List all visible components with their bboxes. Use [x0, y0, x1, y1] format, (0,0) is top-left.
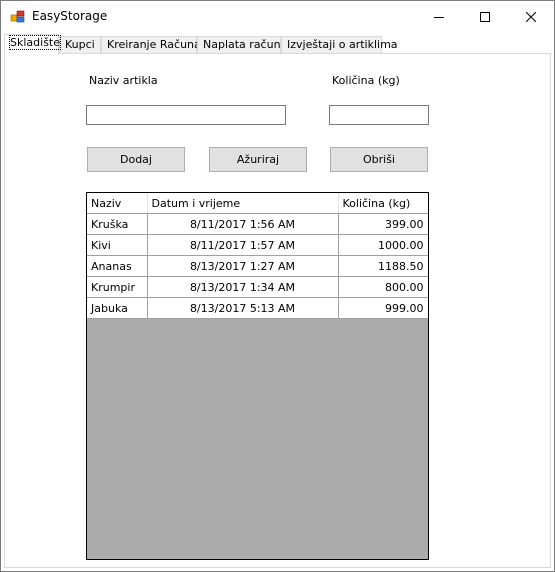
- cell-name[interactable]: Jabuka: [87, 297, 148, 319]
- name-input[interactable]: [86, 105, 286, 125]
- cell-datetime[interactable]: 8/11/2017 1:56 AM: [147, 213, 339, 235]
- cell-name[interactable]: Ananas: [87, 255, 148, 277]
- table-row[interactable]: Jabuka 8/13/2017 5:13 AM 999.00: [87, 297, 428, 319]
- app-window: EasyStorage Skladište Kupci Kreiranje Ra…: [0, 0, 555, 572]
- tab-label: Skladište: [9, 35, 61, 50]
- add-button[interactable]: Dodaj: [87, 147, 185, 172]
- cell-datetime[interactable]: 8/13/2017 1:34 AM: [147, 276, 339, 298]
- tab-label: Kreiranje Računa: [107, 38, 201, 51]
- cell-quantity[interactable]: 1000.00: [338, 234, 428, 256]
- close-icon: [526, 11, 536, 22]
- data-grid[interactable]: Naziv Datum i vrijeme Količina (kg) Kruš…: [86, 192, 429, 560]
- column-header-naziv[interactable]: Naziv: [87, 193, 148, 214]
- tab-kupci[interactable]: Kupci: [59, 36, 101, 53]
- cell-name[interactable]: Kruška: [87, 213, 148, 235]
- minimize-button[interactable]: [416, 1, 462, 32]
- cell-name[interactable]: Kivi: [87, 234, 148, 256]
- cell-quantity[interactable]: 399.00: [338, 213, 428, 235]
- cell-datetime[interactable]: 8/11/2017 1:57 AM: [147, 234, 339, 256]
- tab-naplata-racuna[interactable]: Naplata računa: [197, 36, 287, 53]
- tab-label: Naplata računa: [203, 38, 288, 51]
- maximize-button[interactable]: [462, 1, 508, 32]
- cell-quantity[interactable]: 800.00: [338, 276, 428, 298]
- close-button[interactable]: [508, 1, 554, 32]
- tab-kreiranje-racuna[interactable]: Kreiranje Računa: [101, 36, 201, 53]
- title-bar[interactable]: EasyStorage: [1, 1, 554, 32]
- cell-datetime[interactable]: 8/13/2017 1:27 AM: [147, 255, 339, 277]
- update-button[interactable]: Ažuriraj: [209, 147, 307, 172]
- table-row[interactable]: Krumpir 8/13/2017 1:34 AM 800.00: [87, 276, 428, 298]
- delete-button[interactable]: Obriši: [330, 147, 428, 172]
- name-label: Naziv artikla: [89, 74, 158, 87]
- column-header-datum[interactable]: Datum i vrijeme: [147, 193, 339, 214]
- window-title: EasyStorage: [32, 9, 108, 23]
- app-icon: [10, 10, 25, 23]
- maximize-icon: [480, 11, 490, 22]
- table-row[interactable]: Kruška 8/11/2017 1:56 AM 399.00: [87, 213, 428, 235]
- grid-header-row: Naziv Datum i vrijeme Količina (kg): [87, 193, 428, 214]
- quantity-label: Količina (kg): [332, 74, 400, 87]
- column-header-kolicina[interactable]: Količina (kg): [338, 193, 428, 214]
- tab-label: Izvještaji o artiklima: [287, 38, 398, 51]
- minimize-icon: [434, 16, 444, 18]
- tab-label: Kupci: [65, 38, 95, 51]
- table-row[interactable]: Ananas 8/13/2017 1:27 AM 1188.50: [87, 255, 428, 277]
- cell-quantity[interactable]: 999.00: [338, 297, 428, 319]
- tab-strip: Skladište Kupci Kreiranje Računa Naplata…: [4, 34, 552, 54]
- tab-skladiste[interactable]: Skladište: [4, 34, 61, 54]
- cell-quantity[interactable]: 1188.50: [338, 255, 428, 277]
- tab-izvjestaji[interactable]: Izvještaji o artiklima: [281, 36, 398, 53]
- quantity-input[interactable]: [329, 105, 429, 125]
- table-row[interactable]: Kivi 8/11/2017 1:57 AM 1000.00: [87, 234, 428, 256]
- cell-name[interactable]: Krumpir: [87, 276, 148, 298]
- cell-datetime[interactable]: 8/13/2017 5:13 AM: [147, 297, 339, 319]
